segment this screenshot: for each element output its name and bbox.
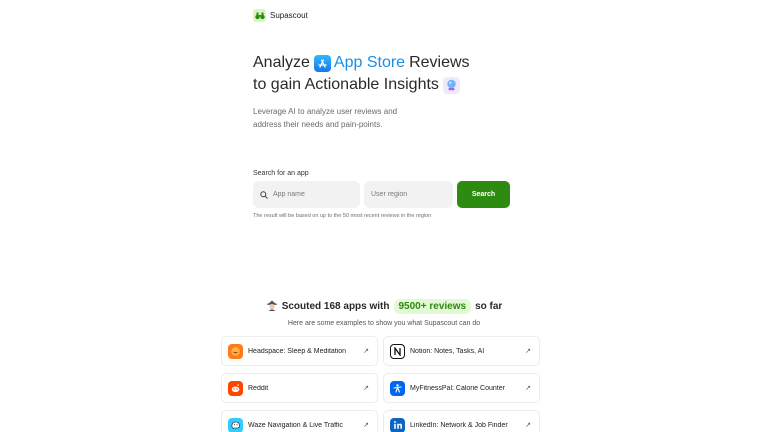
binoculars-icon — [253, 9, 266, 22]
app-card-myfitnesspal[interactable]: MyFitnessPal: Calorie Counter ↗ — [383, 373, 540, 403]
app-card-title: LinkedIn: Network & Job Finder — [410, 421, 508, 429]
arrow-up-right-icon: ↗ — [525, 385, 531, 392]
hero-line2: to gain Actionable Insights — [253, 76, 439, 93]
search-note: The result will be based on up to the 50… — [253, 213, 432, 219]
detective-icon — [266, 299, 278, 314]
app-card-waze[interactable]: Waze Navigation & Live Traffic ↗ — [221, 410, 378, 432]
app-card-title: Headspace: Sleep & Meditation — [248, 347, 347, 355]
app-card-title: Notion: Notes, Tasks, AI — [410, 347, 485, 355]
hero-word-analyze: Analyze — [253, 54, 310, 71]
example-apps-grid: Headspace: Sleep & Meditation ↗ Notion: … — [221, 336, 540, 432]
stats-prefix: Scouted 168 apps with — [281, 301, 390, 312]
search-form: App name User region Search — [253, 181, 510, 208]
arrow-up-right-icon: ↗ — [363, 348, 369, 355]
stats-highlight: 9500+ reviews — [393, 299, 472, 314]
app-card-title: Reddit — [248, 384, 269, 392]
arrow-up-right-icon: ↗ — [525, 348, 531, 355]
waze-icon — [228, 417, 243, 432]
stats-subtitle: Here are some examples to show you what … — [287, 320, 481, 327]
headspace-icon — [228, 343, 243, 359]
app-card-linkedin[interactable]: LinkedIn: Network & Job Finder ↗ — [383, 410, 540, 432]
user-region-placeholder: User region — [371, 191, 408, 198]
hero-word-reviews: Reviews — [409, 54, 470, 71]
hero-title-line1: Analyze App Store Reviews — [253, 52, 573, 74]
app-card-title: MyFitnessPal: Calorie Counter — [410, 384, 505, 392]
arrow-up-right-icon: ↗ — [363, 385, 369, 392]
arrow-up-right-icon: ↗ — [525, 422, 531, 429]
search-button[interactable]: Search — [457, 181, 510, 208]
brand[interactable]: Supascout — [253, 9, 308, 22]
app-card-notion[interactable]: Notion: Notes, Tasks, AI ↗ — [383, 336, 540, 366]
app-store-icon — [313, 54, 331, 72]
stats-suffix: so far — [475, 301, 503, 312]
app-card-headspace[interactable]: Headspace: Sleep & Meditation ↗ — [221, 336, 378, 366]
stats-headline: Scouted 168 apps with 9500+ reviews so f… — [0, 299, 768, 314]
crystal-ball-icon — [442, 76, 460, 94]
app-card-reddit[interactable]: Reddit ↗ — [221, 373, 378, 403]
notion-icon — [390, 343, 405, 359]
reddit-icon — [228, 380, 243, 396]
brand-name: Supascout — [270, 11, 308, 20]
linkedin-icon — [390, 417, 405, 432]
hero: Analyze App Store Reviews to gain Action… — [253, 52, 573, 131]
hero-subtitle: Leverage AI to analyze user reviews and … — [253, 107, 398, 129]
arrow-up-right-icon: ↗ — [363, 422, 369, 429]
app-name-input[interactable]: App name — [253, 181, 360, 208]
hero-title-line2: to gain Actionable Insights — [253, 74, 573, 96]
hero-word-store: App Store — [333, 54, 406, 71]
app-name-placeholder: App name — [273, 191, 305, 198]
app-card-title: Waze Navigation & Live Traffic — [248, 421, 343, 429]
search-label: Search for an app — [253, 170, 309, 177]
myfitnesspal-icon — [390, 380, 405, 396]
user-region-input[interactable]: User region — [364, 181, 453, 208]
search-icon — [260, 190, 268, 199]
